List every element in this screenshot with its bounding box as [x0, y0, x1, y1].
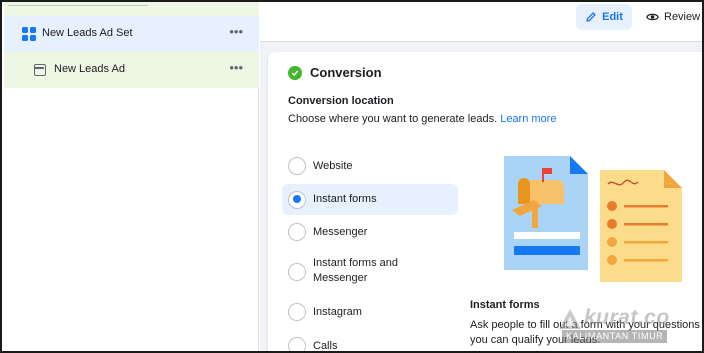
- option-messenger[interactable]: Messenger: [282, 216, 458, 248]
- learn-more-link[interactable]: Learn more: [500, 113, 556, 125]
- option-instant-forms[interactable]: Instant forms: [282, 184, 458, 215]
- option-label: Instant forms: [313, 193, 377, 205]
- conversion-title: Conversion: [310, 65, 382, 80]
- ad-more-icon[interactable]: •••: [229, 60, 243, 75]
- description-text: Ask people to fill out a form with your …: [470, 319, 704, 346]
- check-circle-icon: [288, 65, 302, 80]
- option-label: Website: [313, 160, 353, 172]
- pencil-icon: [586, 12, 596, 22]
- campaign-sidebar: New Leads Ad Set ••• New Leads Ad •••: [4, 2, 259, 351]
- radio-instagram[interactable]: [288, 303, 306, 321]
- edit-label: Edit: [602, 11, 623, 23]
- option-website[interactable]: Website: [282, 150, 458, 182]
- edit-button[interactable]: Edit: [576, 4, 632, 30]
- sidebar-item-ad[interactable]: New Leads Ad •••: [4, 52, 259, 88]
- radio-calls[interactable]: [288, 337, 306, 351]
- ad-page-icon: [34, 64, 46, 76]
- app-window: New Leads Ad Set ••• New Leads Ad ••• Ed…: [0, 0, 704, 353]
- option-instagram[interactable]: Instagram: [282, 296, 458, 328]
- sidebar-item-ad-set[interactable]: New Leads Ad Set •••: [4, 16, 259, 52]
- option-label: Calls: [313, 340, 338, 352]
- instant-forms-illustration: [504, 156, 682, 282]
- ad-set-more-icon[interactable]: •••: [229, 24, 243, 39]
- option-instant-forms-and-messenger[interactable]: Instant forms and Messenger: [282, 250, 458, 294]
- conversion-location-subtitle: Choose where you want to generate leads.…: [288, 113, 556, 125]
- main-panel: Edit Review Conversion Conversion locati…: [260, 2, 704, 352]
- review-label: Review: [664, 11, 701, 23]
- ad-label: New Leads Ad: [54, 63, 125, 75]
- ad-set-grid-icon: [22, 27, 36, 41]
- conversion-card: Conversion Conversion location Choose wh…: [268, 52, 704, 352]
- radio-messenger[interactable]: [288, 223, 306, 241]
- campaign-row-partial[interactable]: [4, 2, 259, 16]
- radio-instant-forms-and-messenger[interactable]: [288, 263, 306, 281]
- option-calls[interactable]: Calls: [282, 330, 458, 352]
- description-title: Instant forms: [470, 299, 540, 311]
- option-label: Instagram: [313, 306, 362, 318]
- eye-icon: [646, 13, 659, 21]
- radio-instant-forms[interactable]: [288, 190, 306, 209]
- radio-website[interactable]: [288, 157, 306, 175]
- option-label: Messenger: [313, 226, 368, 238]
- ad-set-label: New Leads Ad Set: [42, 27, 133, 39]
- option-label: Instant forms and Messenger: [313, 257, 398, 284]
- card-title: Conversion: [288, 65, 382, 80]
- subtitle-text: Choose where you want to generate leads.: [288, 113, 498, 125]
- conversion-location-title: Conversion location: [288, 95, 394, 107]
- review-button[interactable]: Review: [646, 4, 702, 30]
- top-toolbar: Edit Review: [260, 2, 702, 42]
